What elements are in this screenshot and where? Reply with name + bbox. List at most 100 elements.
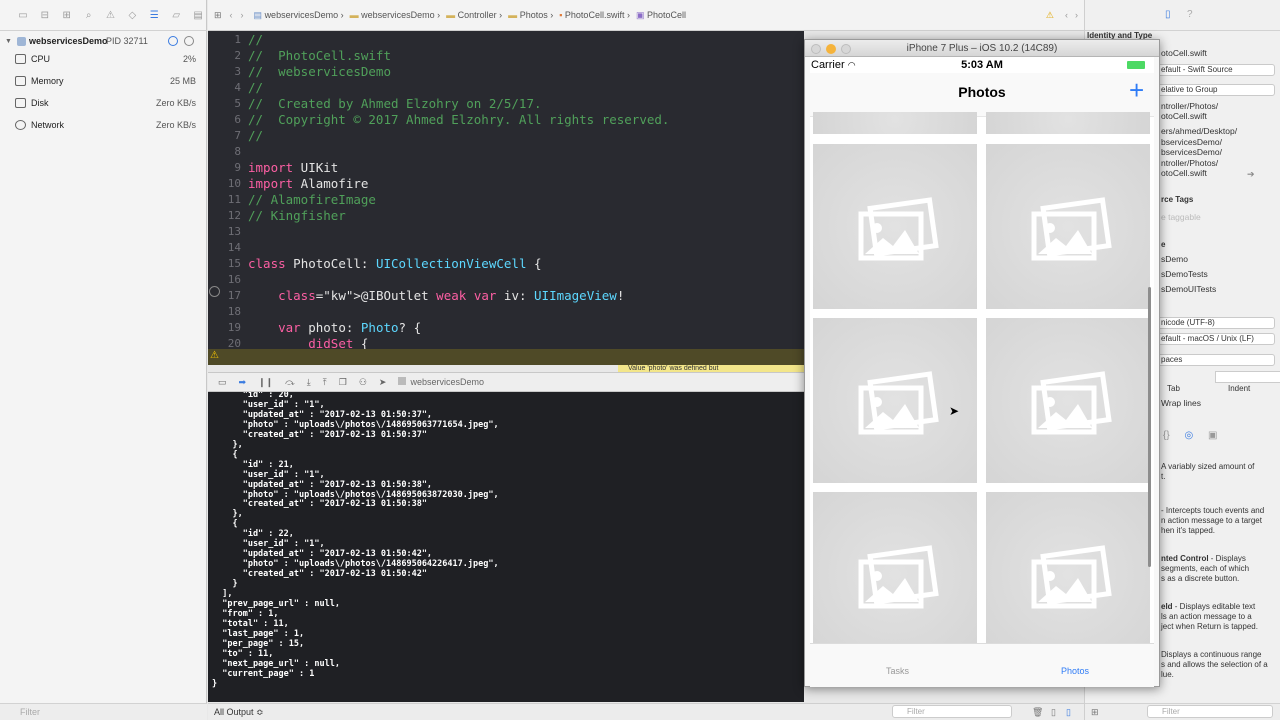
encoding-select[interactable]: nicode (UTF-8) <box>1157 317 1275 329</box>
library-item[interactable]: Displays a continuous range s and allows … <box>1161 650 1268 680</box>
code-line[interactable]: import UIKit <box>248 160 338 176</box>
close-icon[interactable] <box>811 44 821 54</box>
jump-segment-controller[interactable]: ▬ Controller › <box>446 10 502 20</box>
line-number-gutter[interactable]: 123456789101112131415161718192021 <box>208 31 241 365</box>
code-line[interactable]: var photo: Photo? { <box>248 320 421 336</box>
indent-width-field[interactable]: 4 <box>1215 371 1280 383</box>
source-editor[interactable]: 123456789101112131415161718192021 //// P… <box>208 31 804 365</box>
gauge-row-disk[interactable]: Disk Zero KB/s <box>0 92 207 114</box>
gauge-icon[interactable] <box>168 36 178 46</box>
console-output[interactable]: "id" : 20, "user_id" : "1", "updated_at"… <box>208 392 804 702</box>
photo-cell[interactable] <box>813 492 977 643</box>
hide-debug-icon[interactable]: ▭ <box>218 377 227 388</box>
code-snippet-icon[interactable]: {} <box>1163 430 1170 441</box>
step-out-icon[interactable]: ⤒ <box>323 377 327 388</box>
tab-tasks[interactable]: Tasks <box>886 666 909 676</box>
split-right-icon[interactable]: ▯ <box>1066 704 1071 720</box>
split-left-icon[interactable]: ▯ <box>1051 704 1056 720</box>
find-icon[interactable]: ⌕ <box>80 10 98 21</box>
back-arrow-icon[interactable]: ‹ <box>230 10 233 20</box>
gauge-row-network[interactable]: Network Zero KB/s <box>0 114 207 136</box>
photo-cell[interactable] <box>813 318 977 483</box>
add-button[interactable]: + <box>1129 75 1144 106</box>
console-filter-input[interactable]: Filter <box>892 705 1012 718</box>
tab-photos[interactable]: Photos <box>1061 666 1089 676</box>
code-line[interactable]: // Copyright © 2017 Ahmed Elzohry. All r… <box>248 112 669 128</box>
photo-cell[interactable] <box>986 318 1150 483</box>
step-over-icon[interactable]: ⤼ <box>285 377 295 388</box>
step-in-icon[interactable]: ⤓ <box>307 377 311 388</box>
location-icon[interactable]: ➤ <box>379 377 387 388</box>
media-library-icon[interactable]: ▣ <box>1208 430 1217 441</box>
code-line[interactable]: class PhotoCell: UICollectionViewCell { <box>248 256 542 272</box>
prev-issue-icon[interactable]: ‹ <box>1065 10 1068 20</box>
code-line[interactable]: // <box>248 32 263 48</box>
disclosure-icon[interactable]: ▼ <box>5 38 12 45</box>
minimize-icon[interactable] <box>826 44 836 54</box>
photos-collection[interactable] <box>810 112 1154 643</box>
library-item[interactable]: A variably sized amount of t. <box>1161 462 1280 482</box>
navigator-filter-input[interactable]: Filter <box>0 703 207 720</box>
tags-input[interactable]: e taggable <box>1161 212 1201 222</box>
code-line[interactable]: // Created by Ahmed Elzohry on 2/5/17. <box>248 96 542 112</box>
photo-cell[interactable] <box>986 492 1150 643</box>
target-checkbox[interactable]: sDemo <box>1161 254 1188 264</box>
memory-graph-icon[interactable]: ⚇ <box>359 377 367 388</box>
gauge-row-memory[interactable]: Memory 25 MB <box>0 70 207 92</box>
code-line[interactable]: // <box>248 128 263 144</box>
file-inspector-icon[interactable]: ▯ <box>1165 9 1171 20</box>
next-issue-icon[interactable]: › <box>1075 10 1078 20</box>
photo-cell[interactable] <box>813 112 977 134</box>
library-item[interactable]: eld - Displays editable text ls an action… <box>1161 602 1258 632</box>
code-line[interactable]: // <box>248 80 263 96</box>
output-selector[interactable]: All Output ≎ <box>214 704 264 720</box>
debug-icon[interactable]: ☰ <box>145 10 163 21</box>
target-checkbox[interactable]: sDemoUITests <box>1161 284 1216 294</box>
view-hierarchy-icon[interactable]: ❐ <box>339 377 347 388</box>
pause-icon[interactable]: ❙❙ <box>258 377 273 388</box>
jump-segment-group[interactable]: ▬ webservicesDemo › <box>350 10 441 20</box>
breakpoints-toggle-icon[interactable]: ➡ <box>239 377 247 388</box>
jump-segment-project[interactable]: ▤ webservicesDemo › <box>254 10 344 21</box>
jump-segment-class[interactable]: ▣ PhotoCell <box>636 10 686 21</box>
breakpoint-icon[interactable]: ▱ <box>167 10 185 21</box>
symbol-icon[interactable]: ⊞ <box>58 10 76 21</box>
code-line[interactable]: // AlamofireImage <box>248 192 376 208</box>
code-line[interactable]: // Kingfisher <box>248 208 346 224</box>
issue-icon[interactable]: ⚠ <box>102 10 120 21</box>
gauge-row-cpu[interactable]: CPU 2% <box>0 48 207 70</box>
target-checkbox[interactable]: sDemoTests <box>1161 269 1208 279</box>
reveal-arrow-icon[interactable]: ➔ <box>1247 169 1255 180</box>
photo-cell[interactable] <box>986 112 1150 134</box>
object-library-icon[interactable]: ◎ <box>1184 430 1193 441</box>
library-item[interactable]: - Intercepts touch events and n action me… <box>1161 506 1264 536</box>
code-line[interactable]: // webservicesDemo <box>248 64 391 80</box>
forward-arrow-icon[interactable]: › <box>241 10 244 20</box>
wrap-lines-checkbox[interactable]: Wrap lines <box>1161 398 1201 408</box>
source-control-icon[interactable]: ⊟ <box>36 10 54 21</box>
zoom-icon[interactable] <box>841 44 851 54</box>
file-type-select[interactable]: efault - Swift Source <box>1157 64 1275 76</box>
warning-icon[interactable]: ⚠ <box>210 350 219 361</box>
trash-icon[interactable]: 🗑 <box>1032 704 1043 720</box>
warning-icon[interactable]: ⚠ <box>1046 10 1054 21</box>
pause-icon[interactable] <box>184 36 194 46</box>
report-icon[interactable]: ▤ <box>189 10 207 21</box>
photo-cell[interactable] <box>986 144 1150 309</box>
photo-cell[interactable] <box>813 144 977 309</box>
test-icon[interactable]: ◇ <box>123 10 141 21</box>
jump-segment-file[interactable]: ▪ PhotoCell.swift › <box>559 10 630 20</box>
file-name-field[interactable]: otoCell.swift <box>1161 48 1207 58</box>
related-items-icon[interactable]: ⊞ <box>214 10 222 21</box>
line-endings-select[interactable]: efault - macOS / Unix (LF) <box>1157 333 1275 345</box>
scroll-indicator[interactable] <box>1148 287 1151 567</box>
library-item[interactable]: nted Control - Displays segments, each of… <box>1161 554 1249 584</box>
outlet-connection-icon[interactable] <box>209 286 220 297</box>
folder-icon[interactable]: ▭ <box>14 10 32 21</box>
indent-using-select[interactable]: paces <box>1157 354 1275 366</box>
grid-view-icon[interactable]: ⊞ <box>1091 704 1099 720</box>
code-line[interactable]: class="kw">@IBOutlet weak var iv: UIImag… <box>248 288 624 304</box>
help-icon[interactable]: ? <box>1187 9 1193 20</box>
code-line[interactable]: // PhotoCell.swift <box>248 48 391 64</box>
location-select[interactable]: elative to Group <box>1157 84 1275 96</box>
